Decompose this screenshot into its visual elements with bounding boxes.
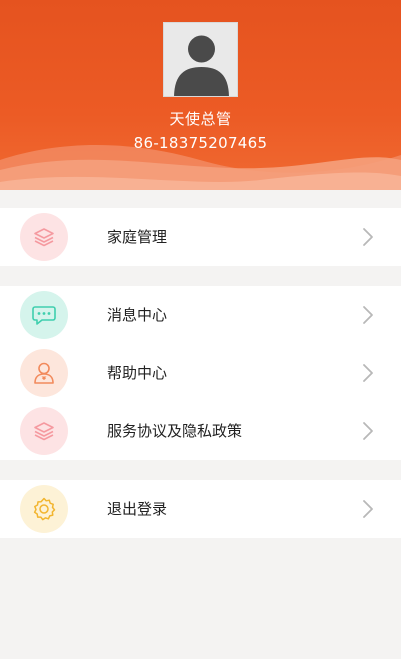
layers-icon [20, 407, 68, 455]
gear-icon [20, 485, 68, 533]
menu-item-service-agreement[interactable]: 服务协议及隐私政策 [0, 402, 401, 460]
menu-item-help-center[interactable]: 帮助中心 [0, 344, 401, 402]
chevron-right-icon [363, 422, 373, 440]
menu-group-account: 退出登录 [0, 480, 401, 538]
menu-item-label: 家庭管理 [107, 228, 168, 246]
menu-item-label: 退出登录 [107, 500, 168, 518]
menu-group-family: 家庭管理 [0, 208, 401, 266]
menu-item-message-center[interactable]: 消息中心 [0, 286, 401, 344]
layers-icon [20, 213, 68, 261]
chevron-right-icon [363, 228, 373, 246]
profile-header: 天使总管 86-18375207465 [0, 0, 401, 190]
menu-item-family-management[interactable]: 家庭管理 [0, 208, 401, 266]
chevron-right-icon [363, 364, 373, 382]
chat-bubble-icon [20, 291, 68, 339]
user-name: 天使总管 [169, 110, 232, 128]
support-person-icon [20, 349, 68, 397]
user-phone: 86-18375207465 [133, 134, 268, 152]
menu-item-label: 消息中心 [107, 306, 168, 324]
chevron-right-icon [363, 306, 373, 324]
default-user-icon [164, 23, 237, 96]
menu-item-label: 服务协议及隐私政策 [107, 422, 243, 440]
menu-group-info: 消息中心 帮助中心 服务协议及隐私政策 [0, 286, 401, 460]
chevron-right-icon [363, 500, 373, 518]
avatar[interactable] [163, 22, 238, 97]
menu-item-label: 帮助中心 [107, 364, 168, 382]
menu-item-logout[interactable]: 退出登录 [0, 480, 401, 538]
